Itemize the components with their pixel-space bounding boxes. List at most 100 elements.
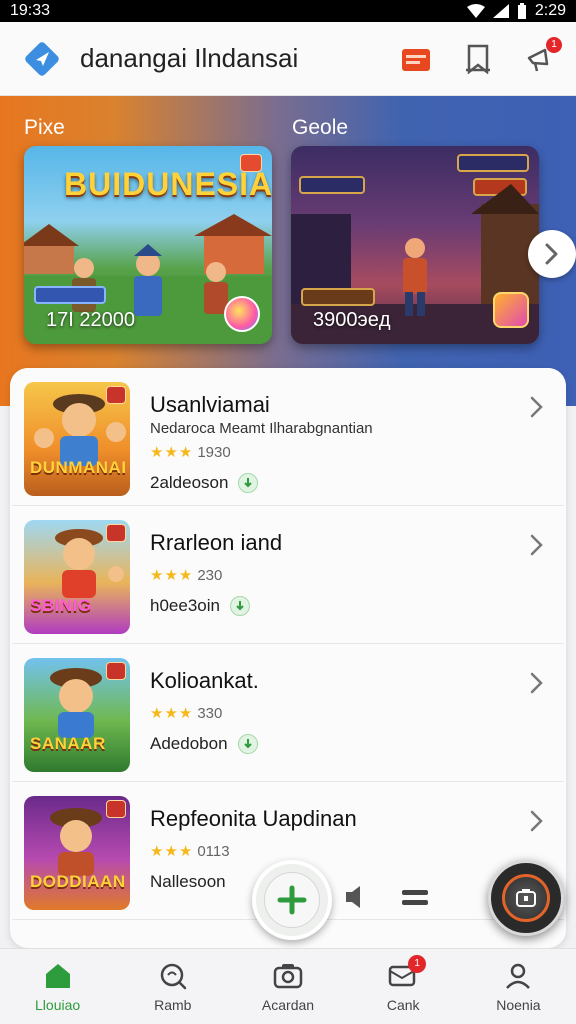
game-info: Kolioankat. ★★★ 330 Adedobon — [150, 668, 514, 754]
add-button-inner — [264, 872, 320, 928]
featured-carousel: Pixe Geole BUIDUNESIAI 17I 22000 3900эeд — [0, 96, 576, 406]
search-icon — [158, 961, 188, 991]
controller-icon — [516, 889, 536, 907]
featured-card-2[interactable]: 3900эeд — [291, 146, 539, 344]
game-size: Adedobon — [150, 734, 514, 754]
nav-item-camera[interactable]: Acardan — [230, 949, 345, 1024]
nav-item-home[interactable]: Llouiao — [0, 949, 115, 1024]
game-thumbnail: DODDIAAN — [24, 796, 130, 910]
status-clock: 2:29 — [534, 2, 566, 19]
size-text: 2aldeoson — [150, 473, 229, 492]
camera-icon — [273, 961, 303, 991]
battery-icon — [517, 3, 526, 19]
status-bar: 19:33 2:29 — [0, 0, 576, 22]
nav-label: Noenia — [496, 996, 541, 1013]
rating-count: 330 — [197, 704, 223, 722]
size-text: Nallesoon — [150, 872, 226, 891]
game-rating: ★★★ 1930 — [150, 443, 514, 462]
carousel-next-button[interactable] — [528, 230, 576, 278]
gift-box-icon — [402, 48, 430, 71]
thumbnail-title: DODDIAAN — [30, 872, 126, 891]
game-thumbnail: SANAAR — [24, 658, 130, 772]
chevron-right-icon — [545, 243, 558, 265]
rating-count: 230 — [197, 566, 223, 584]
thumbnail-badge — [106, 662, 126, 680]
game-rating: ★★★ 230 — [150, 566, 514, 585]
app-title: danangai Ilndansai — [80, 43, 299, 73]
card-tag-box — [457, 154, 529, 172]
game-title: Kolioankat. — [150, 668, 259, 693]
nav-label: Cank — [386, 996, 420, 1013]
thumbnail-title: SBINIG — [30, 596, 92, 615]
thumbnail-badge — [106, 386, 126, 404]
download-icon[interactable] — [237, 734, 258, 754]
size-text: h0ee3oin — [150, 596, 220, 615]
nav-item-search[interactable]: Ramb — [115, 949, 230, 1024]
card-reward-icon — [493, 292, 529, 328]
game-subtitle: Nedaroca Meamt Ilharabgnantian — [150, 420, 373, 437]
featured-card-score: 3900эeд — [313, 309, 391, 331]
plus-icon — [277, 885, 307, 915]
rating-count: 1930 — [197, 443, 231, 461]
game-title: Repfeonita Uapdinan — [150, 806, 357, 831]
menu-lines-icon[interactable] — [402, 888, 428, 908]
list-item[interactable]: SANAAR Kolioankat. ★★★ 330 Adedobon — [12, 644, 564, 782]
game-info: Rrarleon iand ★★★ 230 h0ee3oin — [150, 530, 514, 616]
thumbnail-title: DUNMANAI — [30, 458, 127, 477]
game-info: Usanlviamai Nedaroca Meamt Ilharabgnanti… — [150, 392, 514, 493]
card-tag-box — [34, 286, 106, 304]
list-item[interactable]: SBINIG Rrarleon iand ★★★ 230 h0ee3oin — [12, 506, 564, 644]
thumbnail-badge — [106, 524, 126, 542]
nav-label: Acardan — [261, 996, 315, 1013]
thumbnail-badge — [106, 800, 126, 818]
chevron-right-icon[interactable] — [530, 534, 544, 556]
star-rating-icon: ★★★ — [150, 444, 194, 461]
notification-badge: 1 — [546, 36, 562, 53]
app-bar-actions: 1 — [400, 36, 562, 75]
game-title: Usanlviamai — [150, 392, 270, 417]
featured-card-1[interactable]: BUIDUNESIAI 17I 22000 — [24, 146, 272, 344]
featured-card-score: 17I 22000 — [46, 309, 135, 331]
game-size: Nallesoon — [150, 872, 514, 892]
game-controller-button[interactable] — [488, 860, 564, 936]
nav-item-profile[interactable]: Noenia — [461, 949, 576, 1024]
download-icon[interactable] — [238, 473, 259, 493]
game-size: h0ee3oin — [150, 596, 514, 616]
bookmark-button[interactable] — [462, 43, 494, 75]
nav-badge: 1 — [408, 954, 427, 973]
nav-label: Ramb — [154, 996, 192, 1013]
star-rating-icon: ★★★ — [150, 705, 194, 722]
size-text: Adedobon — [150, 734, 228, 753]
game-info: Repfeonita Uapdinan ★★★ 0113 Nallesoon — [150, 806, 514, 892]
notifications-button[interactable]: 1 — [524, 36, 562, 75]
gift-box-button[interactable] — [400, 43, 432, 75]
status-time: 19:33 — [10, 2, 51, 19]
download-icon[interactable] — [229, 596, 250, 616]
volume-icon[interactable] — [344, 884, 368, 910]
add-button[interactable] — [252, 860, 332, 940]
home-icon — [43, 961, 73, 991]
app-logo-icon[interactable] — [20, 37, 64, 81]
game-rating: ★★★ 330 — [150, 704, 514, 723]
card-tag-box — [301, 288, 375, 306]
game-controller-inner — [502, 874, 550, 922]
game-title: Rrarleon iand — [150, 530, 283, 555]
thumbnail-title: SANAAR — [30, 734, 106, 753]
chevron-right-icon[interactable] — [530, 672, 544, 694]
star-rating-icon: ★★★ — [150, 567, 194, 584]
game-thumbnail: SBINIG — [24, 520, 130, 634]
chevron-right-icon[interactable] — [530, 396, 544, 418]
chevron-right-icon[interactable] — [530, 810, 544, 832]
nav-item-inbox[interactable]: 1 Cank — [346, 949, 461, 1024]
game-rating: ★★★ 0113 — [150, 842, 514, 861]
wifi-icon — [466, 4, 485, 18]
list-item[interactable]: DUNMANAI Usanlviamai Nedaroca Meamt Ilha… — [12, 368, 564, 506]
inbox-icon: 1 — [388, 954, 427, 991]
profile-icon — [503, 961, 533, 991]
game-thumbnail: DUNMANAI — [24, 382, 130, 496]
bottom-navigation: Llouiao Ramb Acardan 1 Cank Noenia — [0, 948, 576, 1024]
balloon-icon — [224, 296, 260, 332]
featured-card-title: BUIDUNESIAI — [64, 166, 272, 202]
status-icons: 2:29 — [466, 2, 566, 20]
bookmark-icon — [466, 44, 490, 74]
